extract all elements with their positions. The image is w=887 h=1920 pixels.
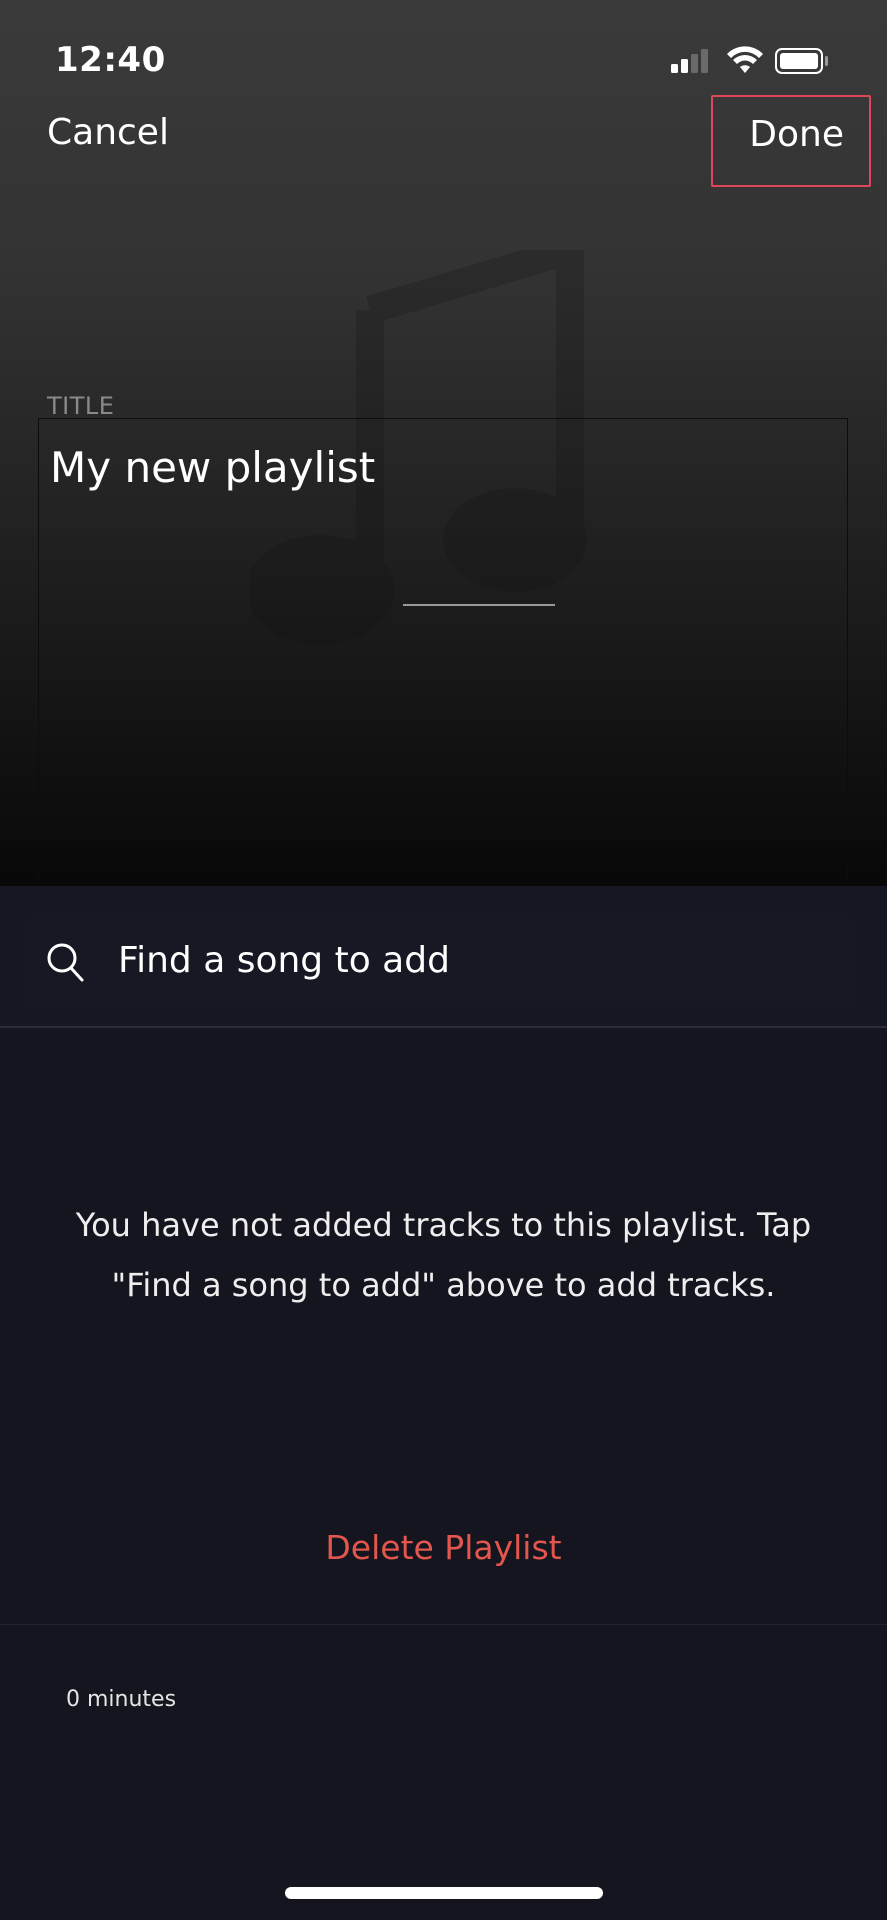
delete-playlist-button[interactable]: Delete Playlist	[0, 1528, 887, 1567]
divider	[0, 1624, 887, 1625]
battery-icon	[775, 48, 828, 74]
playlist-header: 12:40 Cancel Done TITLE My new playlist	[0, 0, 887, 886]
cancel-button[interactable]: Cancel	[47, 112, 169, 153]
status-indicators-icon	[671, 46, 828, 74]
home-indicator[interactable]	[285, 1887, 603, 1899]
empty-state-message: You have not added tracks to this playli…	[75, 1206, 812, 1304]
search-bar: Find a song to add	[0, 886, 887, 1028]
title-label: TITLE	[47, 392, 115, 420]
search-placeholder[interactable]: Find a song to add	[118, 940, 450, 981]
title-input-value[interactable]: My new playlist	[50, 443, 375, 492]
wifi-icon	[727, 46, 763, 73]
search-input[interactable]: Find a song to add	[26, 918, 856, 1006]
search-icon	[47, 943, 84, 982]
playlist-duration: 0 minutes	[66, 1687, 177, 1712]
status-time: 12:40	[55, 40, 166, 80]
done-button-highlight[interactable]: Done	[711, 95, 871, 187]
title-field[interactable]: My new playlist	[38, 418, 848, 884]
decorative-underline	[403, 604, 555, 606]
status-icons	[671, 46, 861, 80]
signal-icon	[671, 49, 708, 73]
done-button[interactable]: Done	[749, 114, 844, 155]
